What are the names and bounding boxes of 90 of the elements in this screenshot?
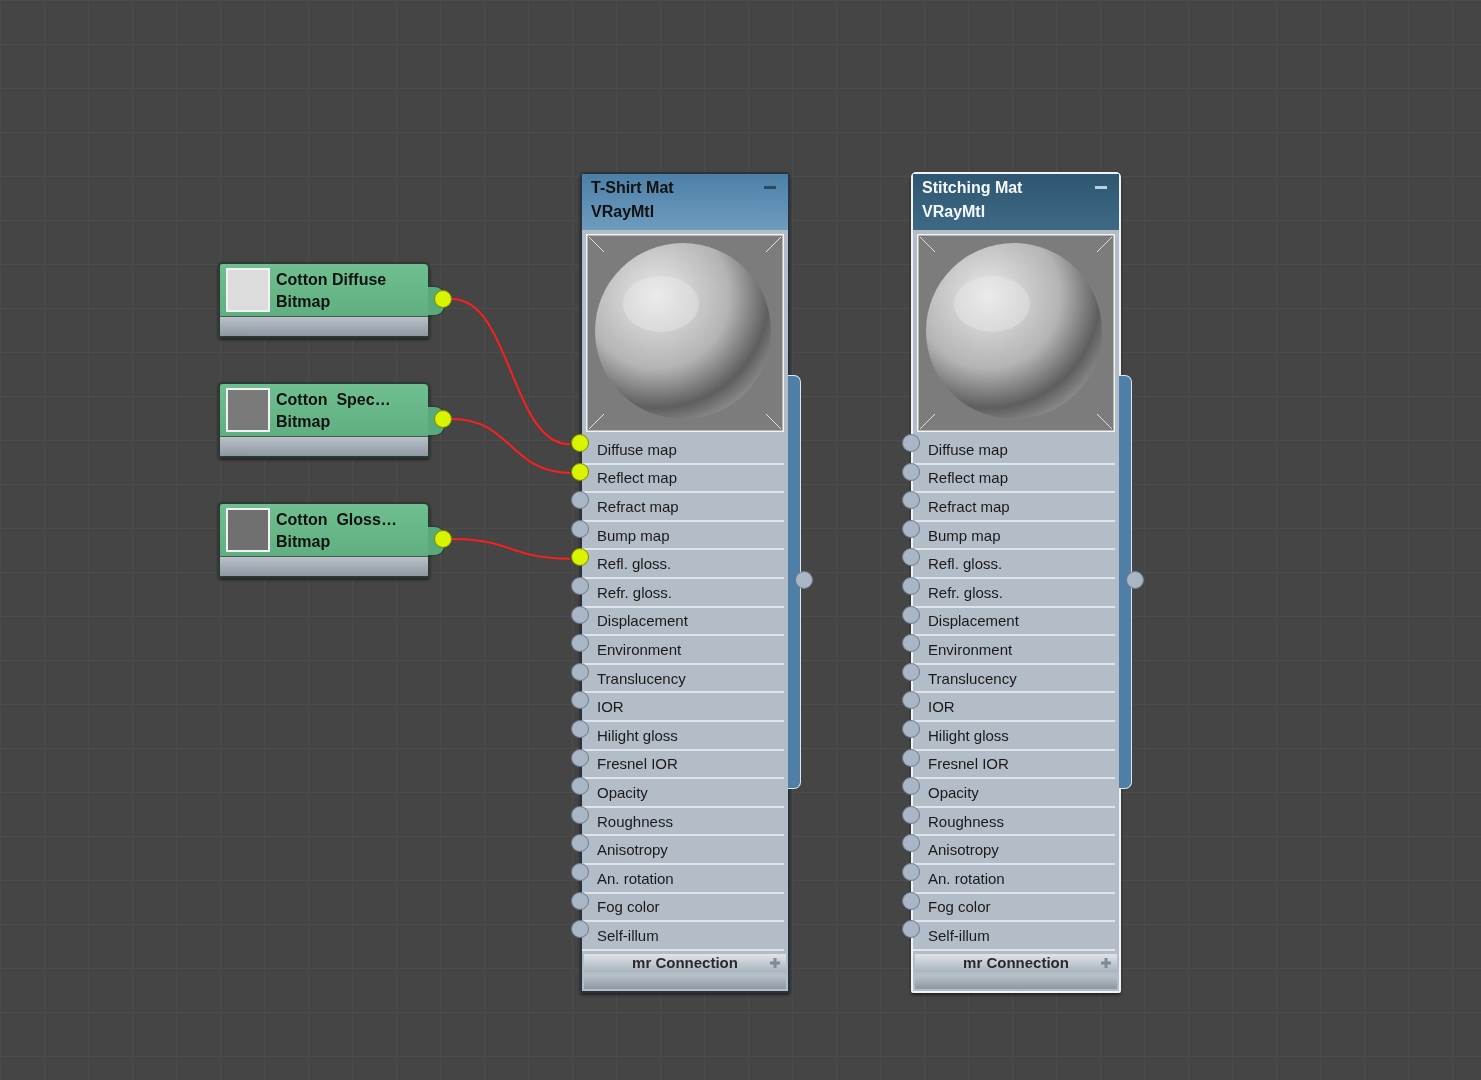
input-socket[interactable] <box>902 491 920 510</box>
input-socket[interactable] <box>902 805 920 824</box>
input-socket[interactable] <box>902 605 920 624</box>
bitmap-node[interactable]: Cotton Diffuse Bitmap <box>218 262 430 338</box>
slot-label: An. rotation <box>928 869 1005 887</box>
slot-label: Self-illum <box>597 926 659 944</box>
input-socket[interactable] <box>902 748 920 767</box>
mr-connection-bar[interactable]: mr Connection <box>915 953 1117 972</box>
input-socket[interactable] <box>902 576 920 595</box>
node-title: Cotton Diffuse <box>276 271 387 289</box>
input-socket[interactable] <box>571 920 589 939</box>
input-socket[interactable] <box>571 719 589 738</box>
node-type: Bitmap <box>276 533 331 551</box>
slot-label: Refl. gloss. <box>597 555 672 573</box>
slot-label: Refr. gloss. <box>928 583 1004 601</box>
node-type: VRayMtl <box>922 203 986 221</box>
node-type: Bitmap <box>276 413 331 431</box>
slot-label: An. rotation <box>597 869 674 887</box>
slot-label: Roughness <box>597 812 673 830</box>
input-socket[interactable] <box>902 662 920 681</box>
slot-label: Refl. gloss. <box>928 555 1003 573</box>
slot-label: Opacity <box>597 783 648 801</box>
slot-label: Roughness <box>928 812 1004 830</box>
slot-label: Diffuse map <box>597 440 677 458</box>
input-socket[interactable] <box>571 862 589 881</box>
input-socket[interactable] <box>902 719 920 738</box>
slot-label: Hilight gloss <box>597 726 678 744</box>
input-socket[interactable] <box>902 548 920 567</box>
slot-label: Anisotropy <box>597 841 668 859</box>
slot-label: Fresnel IOR <box>597 755 678 773</box>
slot-label: Refract map <box>928 498 1010 515</box>
node-title: Cotton Gloss… <box>276 511 397 529</box>
slot-label: Environment <box>597 640 682 658</box>
input-socket[interactable] <box>571 662 589 681</box>
input-socket[interactable] <box>571 691 589 710</box>
input-socket[interactable] <box>571 462 589 481</box>
input-socket[interactable] <box>902 777 920 796</box>
node-type: VRayMtl <box>591 203 655 221</box>
slot-label: Bump map <box>597 526 670 544</box>
plus-icon[interactable] <box>770 957 780 968</box>
plus-icon[interactable] <box>1101 957 1111 968</box>
slot-label: Fog color <box>928 898 991 916</box>
slot-label: Displacement <box>597 612 688 630</box>
slot-label: Displacement <box>928 612 1019 630</box>
input-socket[interactable] <box>571 519 589 538</box>
input-socket[interactable] <box>571 605 589 624</box>
input-socket[interactable] <box>902 920 920 939</box>
slot-label: Refr. gloss. <box>597 583 673 601</box>
mr-connection-bar[interactable]: mr Connection <box>584 953 786 972</box>
input-socket[interactable] <box>902 634 920 653</box>
slot-label: Reflect map <box>928 469 1009 487</box>
input-socket[interactable] <box>571 576 589 595</box>
input-socket[interactable] <box>902 434 920 452</box>
node-title: Stitching Mat <box>922 179 1023 197</box>
bitmap-node[interactable]: Cotton Gloss… Bitmap <box>218 502 430 578</box>
input-socket[interactable] <box>902 862 920 881</box>
slot-label: Fog color <box>597 898 660 916</box>
slot-label: Reflect map <box>597 469 678 487</box>
slot-label: Diffuse map <box>928 440 1008 458</box>
slot-label: Bump map <box>928 526 1001 544</box>
input-socket[interactable] <box>571 748 589 767</box>
slot-label: IOR <box>597 698 624 716</box>
slot-label: IOR <box>928 698 955 716</box>
node-type: Bitmap <box>276 293 331 311</box>
slot-label: Hilight gloss <box>928 726 1009 744</box>
input-socket[interactable] <box>902 891 920 910</box>
input-socket[interactable] <box>571 548 589 567</box>
slot-label: Anisotropy <box>928 841 999 859</box>
input-socket[interactable] <box>902 519 920 538</box>
input-socket[interactable] <box>571 777 589 796</box>
slot-label: Translucency <box>597 669 686 687</box>
slot-label: Self-illum <box>928 926 990 944</box>
bitmap-node[interactable]: Cotton Spec… Bitmap <box>218 382 430 458</box>
input-socket[interactable] <box>571 491 589 510</box>
node-title: T-Shirt Mat <box>591 179 674 197</box>
slot-label: Translucency <box>928 669 1017 687</box>
slot-label: Opacity <box>928 783 979 801</box>
node-title: Cotton Spec… <box>276 391 391 409</box>
slot-label: Refract map <box>597 498 679 515</box>
input-socket[interactable] <box>571 805 589 824</box>
input-socket[interactable] <box>902 834 920 853</box>
input-socket[interactable] <box>571 834 589 853</box>
slot-label: Fresnel IOR <box>928 755 1009 773</box>
material-node[interactable] <box>580 172 790 993</box>
input-socket[interactable] <box>902 691 920 710</box>
input-socket[interactable] <box>571 891 589 910</box>
input-socket[interactable] <box>571 634 589 653</box>
input-socket[interactable] <box>571 434 589 452</box>
slot-label: Environment <box>928 640 1013 658</box>
input-socket[interactable] <box>902 462 920 481</box>
